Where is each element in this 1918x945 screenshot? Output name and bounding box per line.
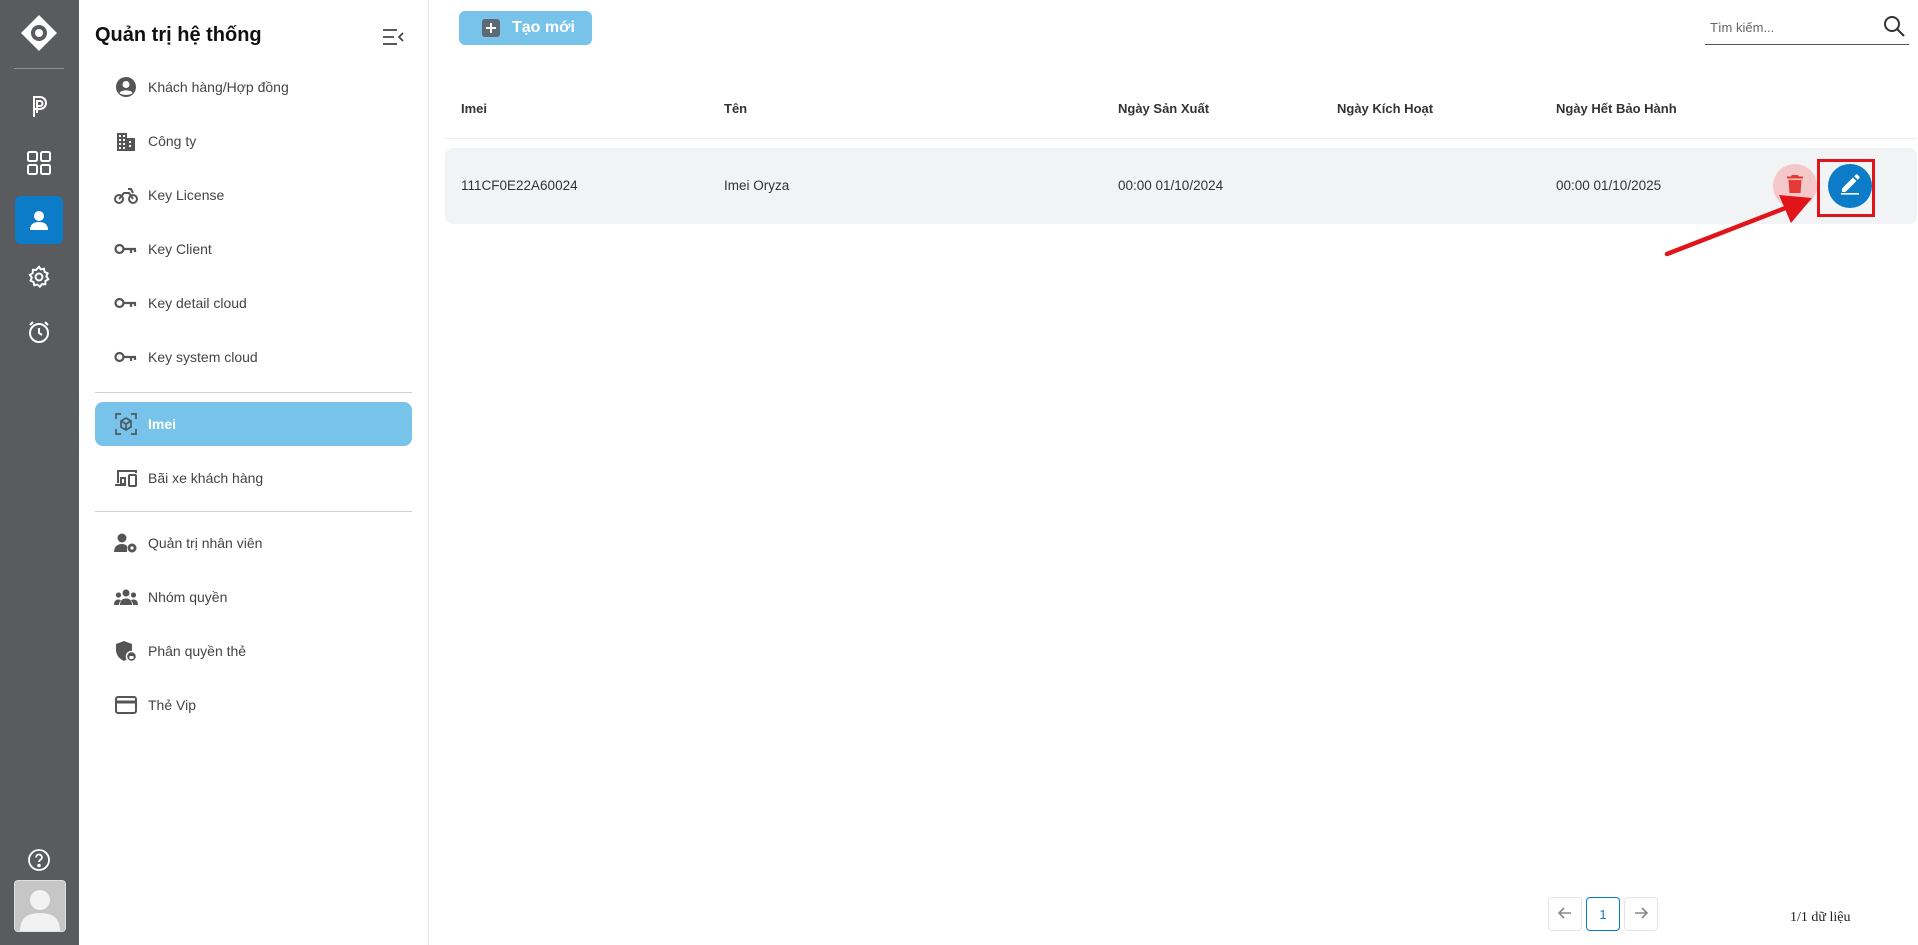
cell-warranty-end: 00:00 01/10/2025	[1556, 178, 1662, 193]
group-icon	[114, 585, 138, 609]
key-icon	[114, 291, 138, 315]
avatar[interactable]	[14, 880, 66, 932]
user-circle-icon	[114, 75, 138, 99]
pagination: 1	[1548, 897, 1658, 931]
column-header-activated[interactable]: Ngày Kích Hoạt	[1337, 101, 1433, 116]
sidebar-title: Quản trị hệ thống	[95, 24, 262, 46]
plus-icon	[482, 19, 500, 37]
sidebar-item-key-detail-cloud[interactable]: Key detail cloud	[95, 281, 412, 325]
sidebar-item-imei[interactable]: Imei	[95, 402, 412, 446]
main-content: Tạo mới Imei Tên Ngày Sản Xuất Ngày Kích…	[429, 0, 1918, 945]
devices-icon	[114, 466, 138, 490]
parking-icon[interactable]	[15, 83, 63, 131]
sidebar-item-label: Key License	[148, 187, 225, 203]
create-new-button[interactable]: Tạo mới	[459, 11, 592, 45]
table-header: Imei Tên Ngày Sản Xuất Ngày Kích Hoạt Ng…	[445, 84, 1917, 139]
motorbike-icon	[114, 183, 138, 207]
sidebar-item-label: Key detail cloud	[148, 295, 247, 311]
annotation-arrow-icon	[1664, 195, 1812, 257]
user-settings-icon	[114, 531, 138, 555]
column-header-manufactured[interactable]: Ngày Sản Xuất	[1118, 101, 1209, 116]
sidebar-item-label: Thẻ Vip	[148, 697, 196, 713]
sidebar-item-customers[interactable]: Khách hàng/Hợp đồng	[95, 65, 412, 109]
sidebar-item-company[interactable]: Công ty	[95, 119, 412, 163]
cell-name: Imei Oryza	[724, 178, 790, 193]
prev-page-button[interactable]	[1548, 897, 1582, 931]
user-admin-icon[interactable]	[15, 196, 63, 244]
column-header-imei[interactable]: Imei	[461, 101, 487, 116]
sidebar-item-label: Nhóm quyền	[148, 589, 228, 605]
sidebar-item-label: Key system cloud	[148, 349, 258, 365]
column-header-name[interactable]: Tên	[724, 101, 747, 116]
sidebar-item-label: Key Client	[148, 241, 212, 257]
search-icon[interactable]	[1883, 15, 1907, 39]
column-header-warranty-end[interactable]: Ngày Hết Bảo Hành	[1556, 101, 1677, 116]
sidebar-item-staff-admin[interactable]: Quản trị nhân viên	[95, 521, 412, 565]
cell-manufactured: 00:00 01/10/2024	[1118, 178, 1224, 193]
sidebar-item-key-client[interactable]: Key Client	[95, 227, 412, 271]
sidebar-item-card-permissions[interactable]: Phân quyền thẻ	[95, 629, 412, 673]
shield-lock-icon	[114, 639, 138, 663]
edit-highlight-box	[1817, 159, 1875, 217]
sidebar-item-label: Phân quyền thẻ	[148, 643, 247, 659]
gear-icon[interactable]	[15, 253, 63, 301]
collapse-menu-icon[interactable]	[381, 26, 405, 48]
sidebar-divider	[95, 511, 412, 512]
sidebar-item-label: Imei	[148, 416, 177, 432]
page-number-button[interactable]: 1	[1586, 897, 1620, 931]
credit-card-icon	[114, 693, 138, 717]
building-icon	[114, 129, 138, 153]
search-input[interactable]	[1708, 16, 1872, 38]
sidebar-item-label: Quản trị nhân viên	[148, 535, 263, 551]
history-timer-icon[interactable]	[15, 308, 63, 356]
sidebar-item-permission-groups[interactable]: Nhóm quyền	[95, 575, 412, 619]
record-count: 1/1 dữ liệu	[1790, 910, 1851, 925]
key-icon	[114, 345, 138, 369]
key-icon	[114, 237, 138, 261]
cube-scan-icon	[114, 412, 138, 436]
search-box	[1705, 10, 1909, 45]
sidebar-divider	[95, 392, 412, 393]
sidebar-item-label: Công ty	[148, 133, 197, 149]
arrow-left-icon	[1557, 906, 1572, 922]
icon-rail	[0, 0, 79, 945]
help-icon[interactable]	[15, 844, 63, 876]
create-new-label: Tạo mới	[512, 19, 575, 36]
arrow-right-icon	[1634, 906, 1649, 922]
sidebar-item-label: Bãi xe khách hàng	[148, 470, 264, 486]
cell-imei: 111CF0E22A60024	[461, 178, 578, 193]
app-logo-icon[interactable]	[20, 14, 58, 52]
sidebar: Quản trị hệ thống Khách hàng/Hợp đồng Cô…	[79, 0, 429, 945]
sidebar-item-key-system-cloud[interactable]: Key system cloud	[95, 335, 412, 379]
sidebar-item-customer-parking[interactable]: Bãi xe khách hàng	[95, 456, 412, 500]
rail-divider	[14, 68, 64, 69]
dashboard-grid-icon[interactable]	[15, 139, 63, 187]
next-page-button[interactable]	[1624, 897, 1658, 931]
sidebar-item-vip-card[interactable]: Thẻ Vip	[95, 683, 412, 727]
sidebar-item-label: Khách hàng/Hợp đồng	[148, 79, 289, 95]
sidebar-item-key-license[interactable]: Key License	[95, 173, 412, 217]
